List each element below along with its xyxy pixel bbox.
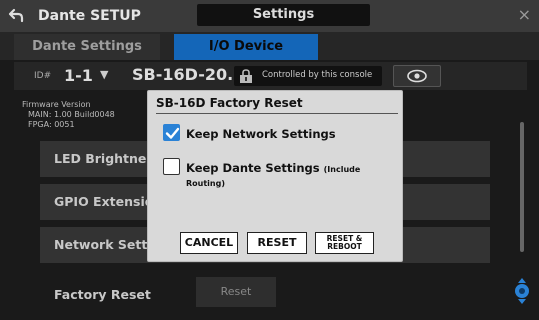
keep-dante-text: Keep Dante Settings — [186, 161, 320, 175]
scroll-knob-icon[interactable] — [513, 276, 531, 306]
identify-button[interactable] — [393, 65, 441, 87]
controlled-badge: Controlled by this console — [234, 66, 382, 86]
reset-button[interactable]: RESET — [247, 232, 307, 254]
controlled-text: Controlled by this console — [262, 70, 373, 80]
row-label: LED Brightness — [54, 151, 162, 166]
close-icon[interactable]: × — [518, 5, 531, 24]
divider — [156, 113, 398, 114]
firmware-fpga: FPGA: 0051 — [28, 120, 75, 129]
factory-reset-row: Factory Reset Reset — [40, 277, 276, 313]
keep-network-checkbox[interactable] — [163, 124, 180, 141]
chevron-down-icon[interactable]: ▼ — [100, 68, 108, 81]
keep-network-label[interactable]: Keep Network Settings — [186, 127, 336, 141]
row-label: Network Settin — [54, 237, 161, 252]
factory-reset-dialog: SB-16D Factory Reset Keep Network Settin… — [147, 90, 403, 262]
id-label: ID# — [34, 71, 52, 81]
scrollbar[interactable] — [520, 122, 524, 252]
row-label: Factory Reset — [54, 287, 151, 302]
device-name: SB-16D-20... — [132, 65, 246, 84]
keep-dante-label[interactable]: Keep Dante Settings (Include Routing) — [186, 161, 402, 189]
back-icon[interactable] — [4, 3, 28, 27]
app-title: Dante SETUP — [38, 8, 141, 24]
firmware-info: Firmware Version MAIN: 1.00 Build0048 FP… — [22, 100, 115, 130]
dialog-title: SB-16D Factory Reset — [156, 96, 303, 110]
title-bar: Dante SETUP Settings × — [0, 0, 539, 32]
tab-bar: Dante Settings I/O Device — [0, 32, 539, 60]
device-header: ID# 1-1 ▼ SB-16D-20... Controlled by thi… — [14, 62, 527, 90]
lock-icon — [238, 68, 252, 83]
checkmark-icon — [165, 127, 180, 139]
keep-dante-checkbox[interactable] — [163, 158, 180, 175]
cancel-button[interactable]: CANCEL — [180, 232, 238, 254]
id-value[interactable]: 1-1 — [64, 66, 93, 85]
firmware-main: MAIN: 1.00 Build0048 — [28, 110, 115, 119]
factory-reset-button[interactable]: Reset — [196, 277, 276, 307]
row-label: GPIO Extension — [54, 194, 163, 209]
firmware-label: Firmware Version — [22, 100, 91, 109]
tab-dante-settings[interactable]: Dante Settings — [14, 34, 160, 60]
screen-title: Settings — [197, 4, 370, 26]
reset-reboot-line2: REBOOT — [327, 242, 362, 251]
reset-reboot-button[interactable]: RESET & REBOOT — [315, 232, 374, 254]
tab-io-device[interactable]: I/O Device — [174, 34, 318, 60]
eye-icon — [407, 69, 427, 83]
